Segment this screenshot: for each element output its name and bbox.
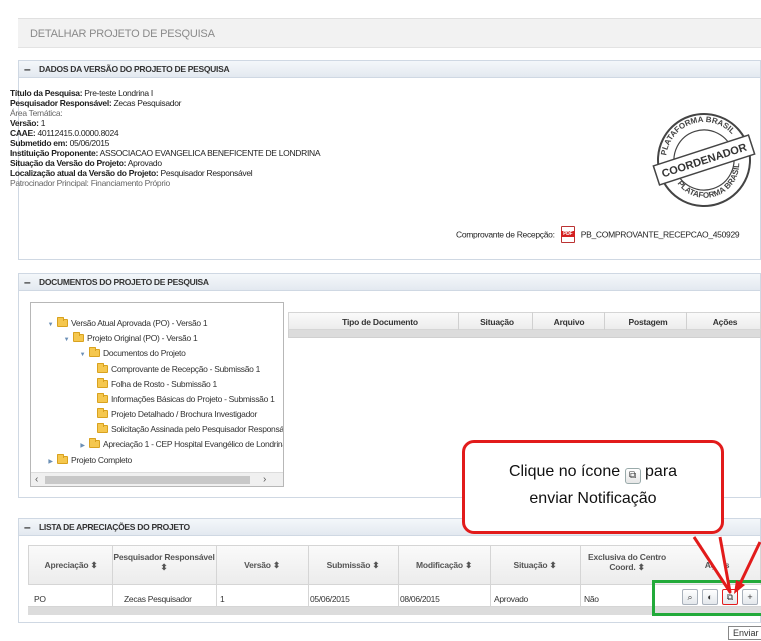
col-submissao[interactable]: Submissão ⬍ [308,560,398,570]
comprovante-link[interactable]: PB_COMPROVANTE_RECEPCAO_450929 [581,230,740,240]
field-titulo: Título da Pesquisa: Pre-teste Londrina I [10,88,153,98]
folder-icon [97,408,108,418]
callout-line-2: enviar Notificação [529,490,657,507]
panel-title: LISTA DE APRECIAÇÕES DO PROJETO [39,522,190,532]
field-instituicao: Instituição Proponente: ASSOCIACAO EVANG… [10,148,321,158]
panel-title: DOCUMENTOS DO PROJETO DE PESQUISA [39,277,209,287]
sort-icon[interactable]: ⬍ [465,560,472,570]
tree-leaf[interactable]: Folha de Rosto - Submissão 1 [97,378,217,391]
page-header: DETALHAR PROJETO DE PESQUISA [18,18,761,48]
col-apreciacao[interactable]: Apreciação ⬍ [30,560,112,570]
scroll-thumb[interactable] [45,476,250,484]
collapse-icon[interactable]: – [24,62,31,76]
col-acoes[interactable]: Ações [690,317,760,327]
expand-icon[interactable]: ▼ [79,352,86,358]
col-pesquisador[interactable]: Pesquisador Responsável ⬍ [112,552,216,572]
col-versao[interactable]: Versão ⬍ [216,560,308,570]
col-situacao[interactable]: Situação [462,317,532,327]
tree-leaf[interactable]: Solicitação Assinada pelo Pesquisador Re… [97,423,283,436]
cell-exclusiva: Não [584,594,599,604]
folder-icon [89,347,100,357]
sort-icon[interactable]: ⬍ [161,562,168,572]
cell-apreciacao: PO [34,594,46,604]
folder-icon [89,438,100,448]
collapse-icon[interactable]: – [24,275,31,289]
comprovante-row: Comprovante de Recepção: PDF PB_COMPROVA… [456,226,740,243]
field-submetido: Submetido em: 05/06/2015 [10,138,110,148]
tree-node[interactable]: ▶ Projeto Completo [47,454,132,467]
col-modificacao[interactable]: Modificação ⬍ [398,560,490,570]
field-caae: CAAE: 40112415.0.0000.8024 [10,128,119,138]
tree-node[interactable]: ▼ Projeto Original (PO) - Versão 1 [63,332,198,345]
sort-icon[interactable]: ⬍ [372,560,379,570]
field-localizacao: Localização atual da Versão do Projeto: … [10,168,253,178]
field-area-tematica: Área Temática: [10,108,63,118]
field-versao: Versão: 1 [10,118,46,128]
col-exclusiva[interactable]: Exclusiva do Centro Coord. ⬍ [582,552,672,572]
document-tree[interactable]: ▼ Versão Atual Aprovada (PO) - Versão 1 ▼… [30,302,284,487]
instruction-callout: Clique no ícone ⧉ para enviar Notificaçã… [462,440,724,534]
sort-icon[interactable]: ⬍ [273,560,280,570]
tooltip-enviar: Enviar [728,626,761,640]
sort-icon[interactable]: ⬍ [91,560,98,570]
scroll-right-icon[interactable]: › [263,474,266,485]
tree-node[interactable]: ▼ Documentos do Projeto [79,347,186,360]
scroll-left-icon[interactable]: ‹ [35,474,38,485]
folder-icon [57,454,68,464]
expand-icon[interactable]: ▶ [79,442,86,449]
field-pesquisador: Pesquisador Responsável: Zecas Pesquisad… [10,98,182,108]
tree-leaf[interactable]: Comprovante de Recepção - Submissão 1 [97,363,260,376]
cell-situacao: Aprovado [494,594,528,604]
page-title: DETALHAR PROJETO DE PESQUISA [30,28,215,40]
cell-pesquisador: Zecas Pesquisador [124,594,192,604]
comprovante-label: Comprovante de Recepção: [456,229,555,240]
arrow-to-icon [734,541,761,594]
folder-icon [97,393,108,403]
collapse-icon[interactable]: – [24,520,31,534]
tree-leaf[interactable]: Informações Básicas do Projeto - Submiss… [97,393,275,406]
panel-header[interactable]: – DADOS DA VERSÃO DO PROJETO DE PESQUISA [19,61,760,78]
col-postagem[interactable]: Postagem [608,317,688,327]
col-tipo-documento[interactable]: Tipo de Documento [300,317,460,327]
folder-icon [57,317,68,327]
expand-icon[interactable]: ▶ [47,458,54,465]
expand-icon[interactable]: ▼ [47,322,54,328]
field-situacao: Situação da Versão do Projeto: Aprovado [10,158,162,168]
sort-icon[interactable]: ⬍ [638,562,645,572]
callout-line-1: Clique no ícone ⧉ para [465,463,721,484]
folder-icon [97,378,108,388]
tree-horizontal-scrollbar[interactable]: ‹ › [31,472,283,486]
expand-icon[interactable]: ▼ [63,337,70,343]
pdf-icon[interactable]: PDF [560,226,575,243]
sort-icon[interactable]: ⬍ [550,560,557,570]
tree-node[interactable]: ▼ Versão Atual Aprovada (PO) - Versão 1 [47,317,208,330]
folder-icon [97,363,108,373]
coordenador-stamp: PLATAFORMA BRASIL PLATAFORMA BRASIL COOR… [652,108,756,209]
col-arquivo[interactable]: Arquivo [534,317,604,327]
cell-submissao: 05/06/2015 [310,594,350,604]
panel-header[interactable]: – DOCUMENTOS DO PROJETO DE PESQUISA [19,274,760,291]
cell-modificacao: 08/06/2015 [400,594,440,604]
field-patrocinador: Patrocinador Principal: Financiamento Pr… [10,178,170,188]
external-link-icon: ⧉ [624,468,641,484]
panel-title: DADOS DA VERSÃO DO PROJETO DE PESQUISA [39,64,230,74]
folder-icon [73,332,84,342]
folder-icon [97,423,108,433]
cell-versao: 1 [220,594,225,604]
tree-node[interactable]: ▶ Apreciação 1 - CEP Hospital Evangélico … [79,438,283,451]
col-situacao[interactable]: Situação ⬍ [490,560,580,570]
tree-leaf[interactable]: Projeto Detalhado / Brochura Investigado… [97,408,257,421]
